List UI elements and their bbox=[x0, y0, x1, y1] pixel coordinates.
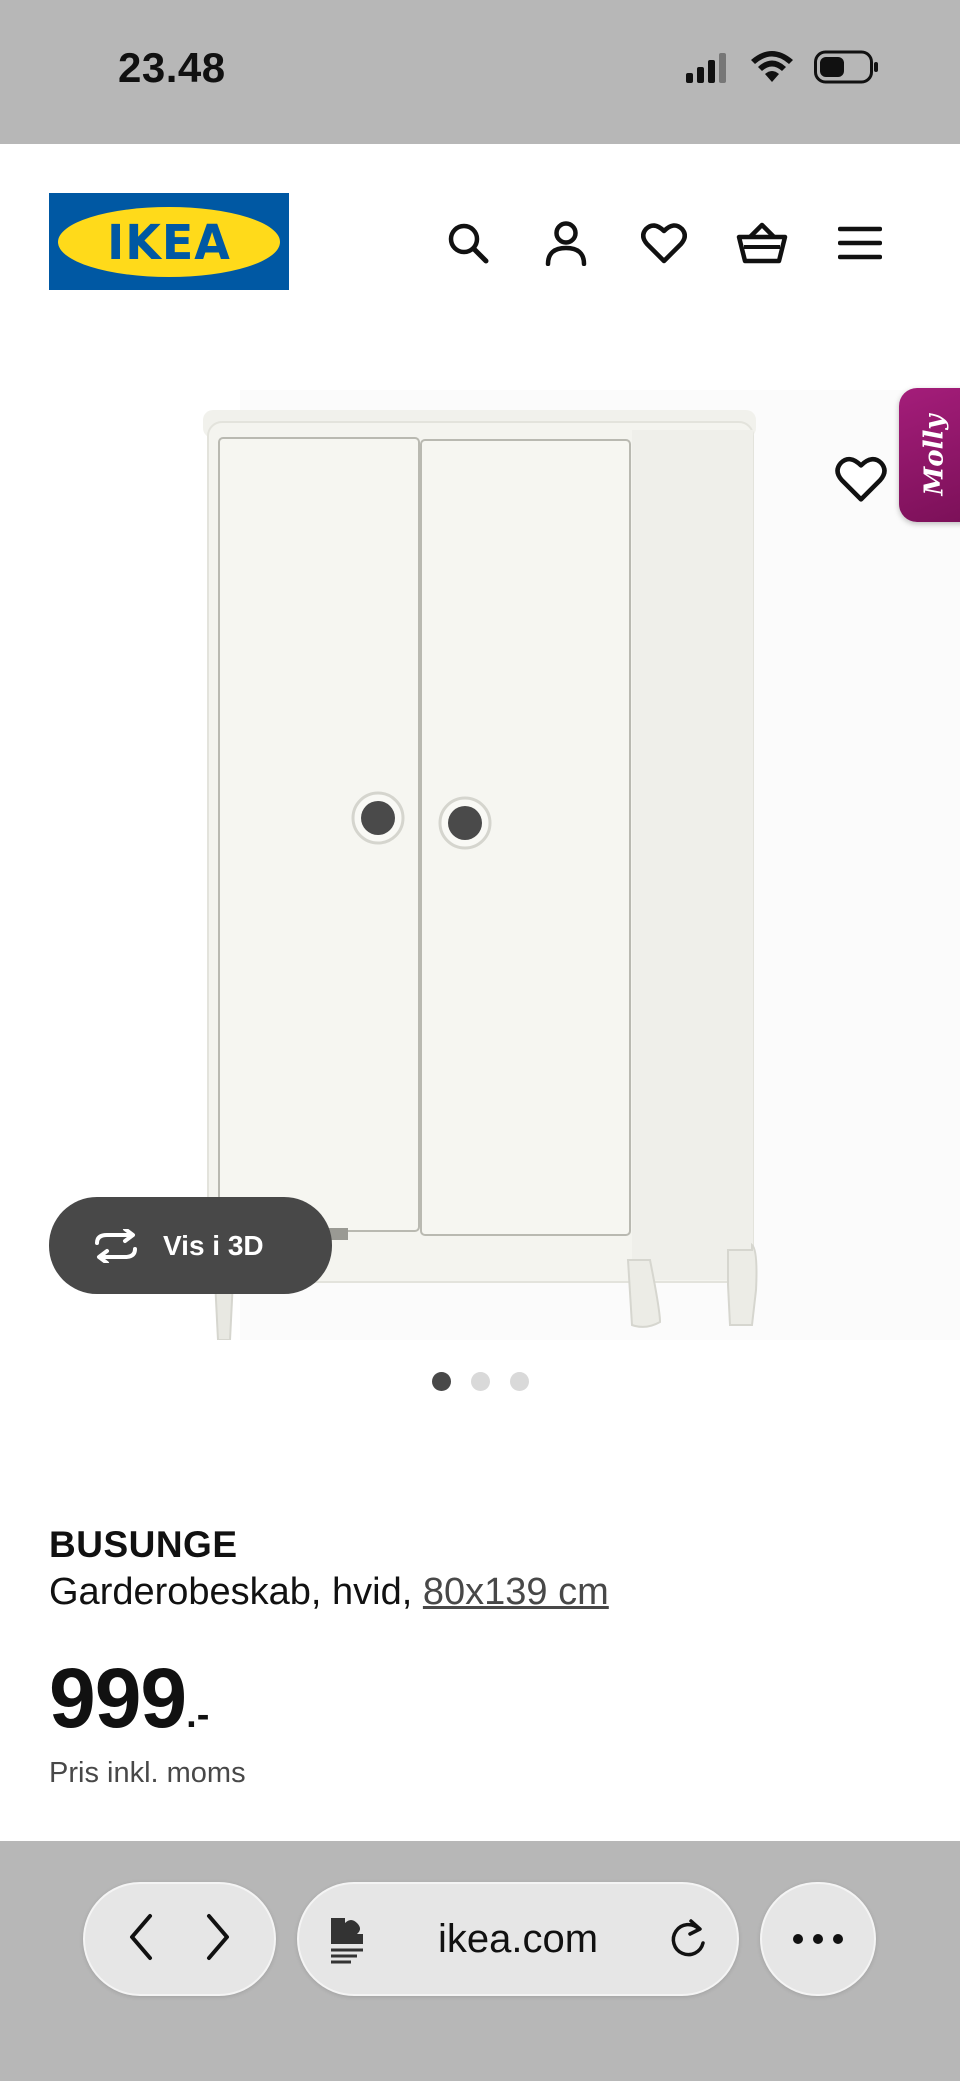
basket-icon bbox=[736, 222, 788, 264]
browser-nav-group bbox=[83, 1882, 276, 1996]
more-icon bbox=[793, 1934, 843, 1944]
status-time: 23.48 bbox=[118, 44, 226, 91]
product-description: Garderobeskab, hvid, 80x139 cm bbox=[49, 1571, 609, 1614]
logo-oval: IKEA bbox=[58, 206, 280, 277]
status-icons bbox=[686, 50, 880, 84]
cellular-signal-icon bbox=[686, 53, 726, 83]
image-carousel-dots bbox=[0, 1372, 960, 1391]
account-icon bbox=[545, 221, 587, 266]
more-options-button[interactable] bbox=[760, 1882, 876, 1996]
carousel-dot-3[interactable] bbox=[509, 1372, 529, 1391]
search-icon bbox=[448, 223, 489, 264]
heart-outline-icon bbox=[835, 456, 887, 502]
search-button[interactable] bbox=[440, 215, 496, 271]
molly-assistant-tab[interactable]: Molly bbox=[899, 388, 960, 522]
price-note: Pris inkl. moms bbox=[49, 1757, 246, 1789]
basket-button[interactable] bbox=[734, 215, 790, 271]
product-price: 999 .- bbox=[49, 1650, 209, 1747]
favorites-button[interactable] bbox=[636, 215, 692, 271]
logo-text: IKEA bbox=[107, 213, 231, 270]
view-in-3d-button[interactable]: Vis i 3D bbox=[49, 1197, 332, 1294]
favorites-heart-icon bbox=[641, 223, 687, 264]
product-image[interactable] bbox=[0, 380, 960, 1340]
menu-button[interactable] bbox=[832, 215, 888, 271]
back-button[interactable] bbox=[124, 1912, 158, 1967]
product-name: BUSUNGE bbox=[49, 1524, 238, 1565]
url-text[interactable]: ikea.com bbox=[381, 1917, 655, 1962]
reload-icon[interactable] bbox=[669, 1917, 709, 1961]
carousel-dot-2[interactable] bbox=[470, 1372, 490, 1391]
product-size-link[interactable]: 80x139 cm bbox=[423, 1571, 609, 1613]
address-bar[interactable]: ikea.com bbox=[297, 1882, 739, 1996]
wifi-icon bbox=[751, 51, 793, 82]
add-to-favorites-button[interactable] bbox=[835, 455, 887, 507]
battery-icon bbox=[814, 50, 878, 84]
forward-icon bbox=[206, 1913, 229, 1960]
page-settings-icon[interactable] bbox=[327, 1914, 367, 1964]
menu-icon bbox=[838, 226, 882, 260]
account-button[interactable] bbox=[538, 215, 594, 271]
forward-button[interactable] bbox=[201, 1912, 235, 1967]
price-amount: 999 bbox=[49, 1651, 187, 1745]
view-in-3d-label: Vis i 3D bbox=[163, 1229, 264, 1261]
back-icon bbox=[130, 1913, 153, 1960]
carousel-dot-1[interactable] bbox=[431, 1372, 451, 1391]
rotate-3d-icon bbox=[95, 1228, 137, 1263]
header-icons bbox=[440, 215, 888, 271]
molly-label: Molly bbox=[919, 414, 950, 496]
price-suffix: .- bbox=[186, 1694, 210, 1736]
product-type: Garderobeskab, hvid, bbox=[49, 1571, 413, 1613]
ikea-logo[interactable]: IKEA bbox=[49, 193, 289, 290]
status-bar: 23.48 bbox=[0, 0, 960, 144]
